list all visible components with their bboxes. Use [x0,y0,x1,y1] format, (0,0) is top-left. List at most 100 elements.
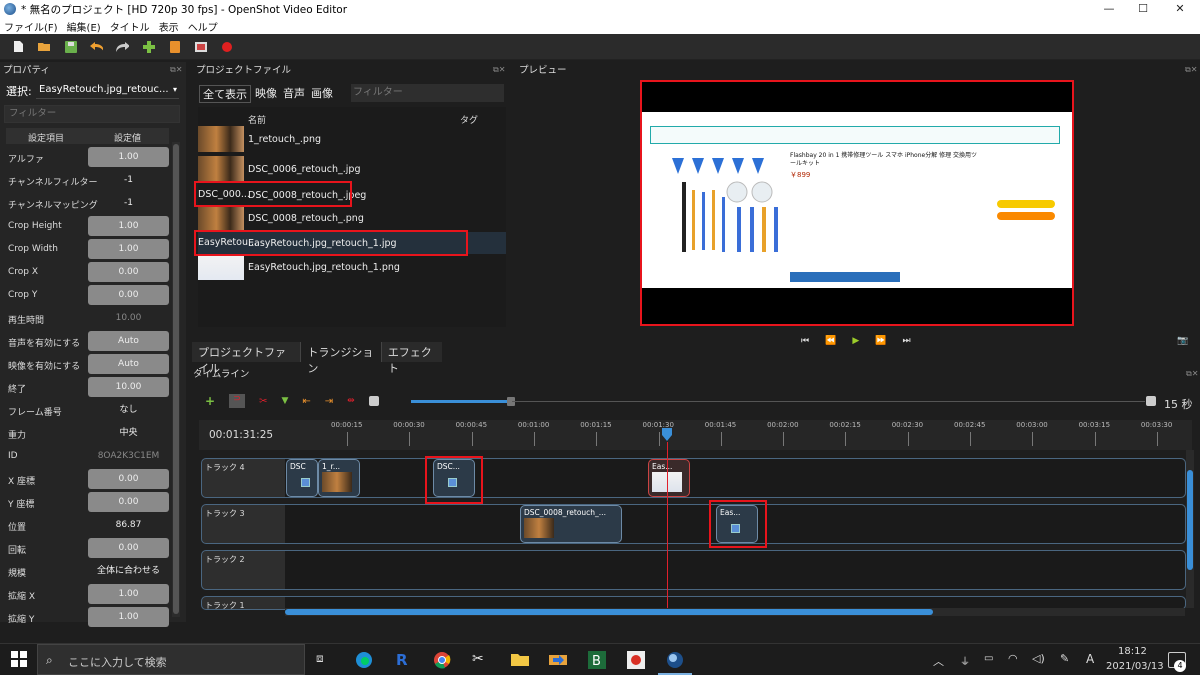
property-row[interactable]: X 座標 0.00 [6,468,169,490]
add-track-icon[interactable]: + [205,394,215,408]
property-value[interactable]: 中央 [88,423,169,443]
property-row[interactable]: Crop Width 1.00 [6,238,169,260]
center-playhead-icon[interactable]: ⇹ [347,396,355,406]
panel-float-icon[interactable]: ⧉✕ [170,65,182,75]
filter-audio-tab[interactable]: 音声 [283,85,305,103]
menu-file[interactable]: ファイル(F) [4,19,58,34]
property-value[interactable]: Auto [88,331,169,351]
file-row[interactable]: 1_retouch_.png [198,126,506,152]
volume-icon[interactable]: ◁) [1032,652,1045,665]
undo-icon[interactable] [90,40,103,53]
properties-filter-input[interactable]: フィルター [4,105,180,123]
next-marker-icon[interactable]: ⇥ [325,396,333,407]
property-row[interactable]: Crop Y 0.00 [6,284,169,306]
property-value[interactable]: 1.00 [88,607,169,627]
tab-effects[interactable]: エフェクト [382,342,442,375]
chrome-icon[interactable] [433,651,451,669]
property-value[interactable]: 1.00 [88,239,169,259]
property-value[interactable]: -1 [88,193,169,213]
battery-icon[interactable]: ▭ [984,653,993,664]
file-row[interactable]: DSC_0008_retouch_.png [198,205,506,231]
snap-magnet-icon[interactable]: ⊃ [229,394,246,408]
wifi-icon[interactable]: ◠ [1008,652,1018,665]
record-icon[interactable] [220,40,233,53]
menu-title[interactable]: タイトル [110,19,150,34]
property-value[interactable]: 86.87 [88,515,169,535]
previous-marker-icon[interactable]: ⇤ [302,396,310,407]
camera-icon[interactable]: 📷 [1177,336,1188,346]
property-value[interactable]: 10.00 [88,308,169,328]
open-project-icon[interactable] [38,40,51,53]
menu-view[interactable]: 表示 [159,19,179,34]
app-r-icon[interactable]: R [396,651,414,669]
property-row[interactable]: アルファ 1.00 [6,146,169,168]
track-body[interactable] [285,459,1185,497]
save-project-icon[interactable] [64,40,77,53]
timeline-ruler[interactable]: 00:01:31:25 00:00:15 00:00:30 00:00:45 00:0… [199,420,1192,450]
openshot-taskbar-icon[interactable] [666,651,684,669]
file-explorer-icon[interactable] [511,651,529,669]
property-row[interactable]: 位置 86.87 [6,514,169,536]
skip-start-icon[interactable]: ⏮ [801,336,809,346]
property-row[interactable]: チャンネルマッピング -1 [6,192,169,214]
property-value[interactable]: 0.00 [88,538,169,558]
clock-time[interactable]: 18:12 [1118,646,1147,657]
property-row[interactable]: ID 8OA2K3C1EM [6,445,169,467]
property-value[interactable]: 1.00 [88,216,169,236]
timeline-track[interactable]: トラック 3 [201,504,1186,544]
pen-icon[interactable]: ✎ [1060,652,1069,665]
profile-icon[interactable] [168,40,181,53]
property-value[interactable]: 1.00 [88,147,169,167]
app-transfer-icon[interactable] [549,651,567,669]
property-row[interactable]: 重力 中央 [6,422,169,444]
zoom-slider[interactable] [411,397,515,406]
file-row[interactable]: DSC_0006_retouch_.jpg [198,156,506,182]
tab-project-files[interactable]: プロジェクトファイル [192,342,302,375]
property-value[interactable]: Auto [88,354,169,374]
property-row[interactable]: 音声を有効にする Auto [6,330,169,352]
property-row[interactable]: Crop X 0.00 [6,261,169,283]
play-icon[interactable]: ▶ [852,336,859,346]
fullscreen-icon[interactable] [194,40,207,53]
property-value[interactable]: 0.00 [88,285,169,305]
timeline-clip[interactable]: DSC [286,459,318,497]
filter-video-tab[interactable]: 映像 [255,85,277,103]
filter-all-tab[interactable]: 全て表示 [199,85,251,103]
timeline-clip[interactable]: DSC_0008_retouch_... [520,505,622,543]
track-body[interactable] [285,551,1185,589]
property-row[interactable]: 拡縮 Y 1.00 [6,606,169,628]
timeline-clip[interactable]: Eas... [648,459,690,497]
property-row[interactable]: 規模 全体に合わせる [6,560,169,582]
panel-float-icon[interactable]: ⧉✕ [493,65,505,75]
timeline-hscrollbar[interactable] [285,608,1185,616]
property-value[interactable]: 0.00 [88,262,169,282]
ime-indicator[interactable]: A [1086,652,1094,666]
property-row[interactable]: 映像を有効にする Auto [6,353,169,375]
skip-end-icon[interactable]: ⏭ [902,336,910,346]
taskbar-search[interactable]: ⌕ ここに入力して検索 [37,644,305,675]
notification-center-icon[interactable]: 4 [1168,652,1186,672]
chevron-up-icon[interactable]: ︿ [933,653,944,669]
property-value[interactable]: 全体に合わせる [88,561,169,581]
timeline-track[interactable]: トラック 2 [201,550,1186,590]
filter-image-tab[interactable]: 画像 [311,85,333,103]
clock-date[interactable]: 2021/03/13 [1106,661,1164,672]
property-value[interactable]: -1 [88,170,169,190]
property-row[interactable]: 拡縮 X 1.00 [6,583,169,605]
timeline-clip[interactable]: 1_r... [318,459,360,497]
add-marker-icon[interactable]: ▼ [281,396,288,406]
panel-float-icon[interactable]: ⧉✕ [1186,369,1198,379]
property-row[interactable]: 回転 0.00 [6,537,169,559]
edge-icon[interactable] [355,651,373,669]
selected-object-dropdown[interactable]: EasyRetouch.jpg_retouc... ▾ [36,81,179,99]
menu-edit[interactable]: 編集(E) [67,19,101,34]
file-row[interactable]: EasyRetouch.jpg_retouch_1.png [198,254,506,280]
rewind-icon[interactable]: ⏪ [825,336,836,346]
task-view-icon[interactable]: ⧈ [316,651,334,669]
timeline-vscrollbar[interactable] [1186,450,1194,608]
app-b-icon[interactable]: B [588,651,606,669]
property-row[interactable]: Crop Height 1.00 [6,215,169,237]
close-button[interactable]: ✕ [1163,0,1197,18]
property-row[interactable]: 終了 10.00 [6,376,169,398]
file-filter-input[interactable]: フィルター [351,84,504,102]
